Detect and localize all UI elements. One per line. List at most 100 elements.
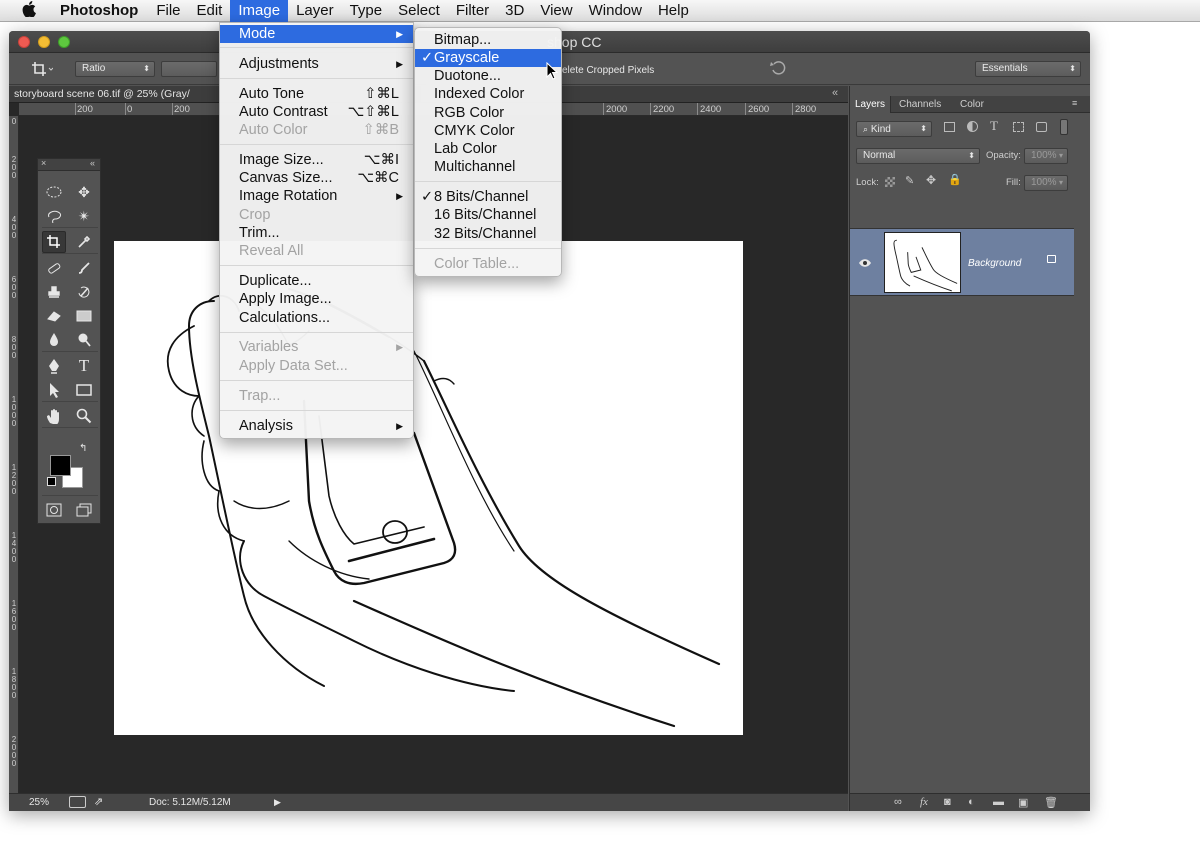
trash-icon[interactable]: 🗑: [1044, 796, 1058, 809]
menu-item-8-bits[interactable]: ✓ 8 Bits/Channel: [415, 188, 561, 206]
collapse-icon[interactable]: «: [832, 87, 838, 99]
tab-channels[interactable]: Channels: [894, 96, 946, 113]
new-layer-icon[interactable]: ▣: [1018, 796, 1028, 809]
link-layers-icon[interactable]: ∞: [894, 796, 902, 808]
gradient-tool-icon[interactable]: [72, 305, 96, 327]
menu-type[interactable]: Type: [342, 0, 391, 22]
menu-select[interactable]: Select: [390, 0, 448, 22]
type-tool-icon[interactable]: T: [72, 355, 96, 377]
filter-shape-icon[interactable]: [1013, 122, 1024, 132]
menu-help[interactable]: Help: [650, 0, 697, 22]
menu-item-image-rotation[interactable]: Image Rotation ▶: [220, 187, 413, 205]
image-canvas[interactable]: [114, 241, 743, 735]
close-icon[interactable]: ×: [41, 158, 46, 168]
menu-image[interactable]: Image: [230, 0, 289, 22]
lock-paint-icon[interactable]: ✎: [905, 174, 914, 187]
lock-transparent-icon[interactable]: [885, 177, 895, 187]
delete-cropped-pixels-label[interactable]: elete Cropped Pixels: [562, 65, 654, 76]
lasso-tool-icon[interactable]: [42, 205, 66, 227]
brush-tool-icon[interactable]: [72, 257, 96, 279]
status-menu-arrow-icon[interactable]: ▶: [274, 797, 281, 808]
menu-item-rgb-color[interactable]: RGB Color: [415, 104, 561, 122]
menu-item-trim[interactable]: Trim...: [220, 224, 413, 242]
menu-3d[interactable]: 3D: [497, 0, 532, 22]
menu-item-indexed-color[interactable]: Indexed Color: [415, 85, 561, 103]
menu-item-auto-tone[interactable]: Auto Tone ⇧⌘L: [220, 85, 413, 103]
menu-item-adjustments[interactable]: Adjustments ▶: [220, 55, 413, 73]
timeline-icon[interactable]: [69, 796, 86, 808]
foreground-color-swatch[interactable]: [50, 455, 71, 476]
marquee-tool-icon[interactable]: [42, 181, 66, 203]
tools-panel-header[interactable]: × «: [38, 158, 100, 171]
lock-position-icon[interactable]: ✥: [926, 173, 936, 187]
collapse-icon[interactable]: «: [90, 158, 95, 168]
zoom-tool-icon[interactable]: [72, 405, 96, 427]
menu-item-auto-contrast[interactable]: Auto Contrast ⌥⇧⌘L: [220, 103, 413, 121]
menu-item-canvas-size[interactable]: Canvas Size... ⌥⌘C: [220, 169, 413, 187]
clone-stamp-tool-icon[interactable]: [42, 281, 66, 303]
adjustment-layer-icon[interactable]: ◐: [968, 796, 975, 808]
add-mask-icon[interactable]: ◙: [944, 796, 951, 808]
ratio-width-field[interactable]: [161, 61, 217, 77]
lock-all-icon[interactable]: 🔒: [948, 173, 962, 186]
menu-item-calculations[interactable]: Calculations...: [220, 309, 413, 327]
menu-item-image-size[interactable]: Image Size... ⌥⌘I: [220, 151, 413, 169]
menu-photoshop[interactable]: Photoshop: [52, 0, 146, 22]
opacity-field[interactable]: 100% ▾: [1024, 148, 1068, 164]
menu-item-multichannel[interactable]: Multichannel: [415, 158, 561, 176]
history-brush-tool-icon[interactable]: [72, 281, 96, 303]
minimize-window-button[interactable]: [38, 36, 50, 48]
menu-item-cmyk-color[interactable]: CMYK Color: [415, 122, 561, 140]
apple-menu-icon[interactable]: [16, 1, 42, 20]
filter-pixel-icon[interactable]: [944, 122, 955, 132]
crop-tool-preset-icon[interactable]: [31, 61, 54, 82]
workspace-select[interactable]: Essentials ⬍: [975, 61, 1081, 77]
filter-adjustment-icon[interactable]: [967, 121, 978, 132]
tab-layers[interactable]: Layers: [850, 96, 892, 113]
menu-layer[interactable]: Layer: [288, 0, 342, 22]
menu-item-16-bits[interactable]: 16 Bits/Channel: [415, 206, 561, 224]
menu-item-analysis[interactable]: Analysis ▶: [220, 417, 413, 435]
menu-item-duplicate[interactable]: Duplicate...: [220, 272, 413, 290]
healing-brush-tool-icon[interactable]: [42, 257, 66, 279]
menu-view[interactable]: View: [532, 0, 580, 22]
eraser-tool-icon[interactable]: [42, 305, 66, 327]
menu-window[interactable]: Window: [581, 0, 650, 22]
filter-toggle-icon[interactable]: [1060, 119, 1068, 135]
hand-tool-icon[interactable]: [42, 405, 66, 427]
filter-smart-object-icon[interactable]: [1036, 122, 1047, 132]
layer-name[interactable]: Background: [968, 258, 1021, 269]
swap-colors-icon[interactable]: ↰: [79, 443, 87, 454]
zoom-level[interactable]: 25%: [29, 797, 49, 808]
filter-kind-select[interactable]: ⌕ Kind ⬍: [856, 121, 932, 137]
filter-type-icon[interactable]: T: [990, 118, 998, 134]
panel-menu-icon[interactable]: ≡: [1072, 98, 1077, 108]
menu-edit[interactable]: Edit: [189, 0, 231, 22]
layer-style-icon[interactable]: fx: [920, 796, 928, 808]
menu-item-32-bits[interactable]: 32 Bits/Channel: [415, 225, 561, 243]
quick-mask-icon[interactable]: [42, 499, 66, 521]
screen-mode-icon[interactable]: [72, 499, 96, 521]
close-window-button[interactable]: [18, 36, 30, 48]
layer-row-background[interactable]: Background: [850, 228, 1074, 296]
eye-icon[interactable]: [858, 255, 872, 273]
move-tool-icon[interactable]: ✥: [72, 181, 96, 203]
path-selection-tool-icon[interactable]: [42, 379, 66, 401]
pen-tool-icon[interactable]: [42, 355, 66, 377]
menu-filter[interactable]: Filter: [448, 0, 497, 22]
new-group-icon[interactable]: ▬: [993, 796, 1004, 808]
menu-item-mode[interactable]: Mode ▶: [220, 25, 413, 43]
crop-tool-icon[interactable]: [42, 231, 66, 253]
eyedropper-tool-icon[interactable]: [72, 231, 96, 253]
tab-color[interactable]: Color: [955, 96, 989, 113]
ratio-select[interactable]: Ratio ⬍: [75, 61, 155, 77]
dodge-tool-icon[interactable]: [72, 329, 96, 351]
menu-file[interactable]: File: [148, 0, 188, 22]
share-icon[interactable]: ⇗: [94, 795, 103, 808]
menu-item-apply-image[interactable]: Apply Image...: [220, 290, 413, 308]
magic-wand-tool-icon[interactable]: ✴: [72, 205, 96, 227]
default-colors-icon[interactable]: [47, 477, 56, 486]
fill-field[interactable]: 100% ▾: [1024, 175, 1068, 191]
rectangle-tool-icon[interactable]: [72, 379, 96, 401]
menu-item-duotone[interactable]: Duotone...: [415, 67, 561, 85]
